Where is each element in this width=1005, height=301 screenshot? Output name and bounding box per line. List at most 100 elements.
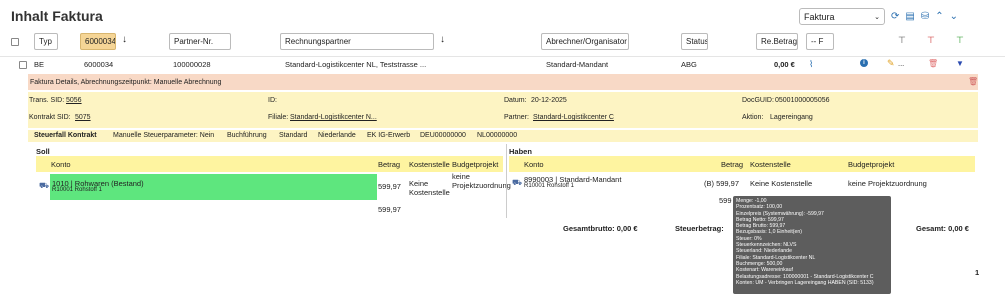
filter-select-value: -- F [811, 37, 824, 46]
tax-item: NL00000000 [477, 132, 518, 139]
haben-budget: keine Projektzuordnung [848, 179, 927, 188]
tax-item: EK IG-Erwerb [367, 132, 411, 139]
clear-filter-icon[interactable]: ⊤ [898, 35, 906, 46]
soll-betrag: 599,97 [378, 182, 401, 191]
filter-typ[interactable]: Typ [34, 33, 58, 50]
haben-table-header: Konto Betrag Kostenstelle Budgetprojekt [509, 156, 975, 172]
detail-header: Faktura Details, Abrechnungszeitpunkt: M… [28, 74, 978, 90]
haben-konto-line2: R10001 Rohstoff 1 [524, 183, 574, 189]
database-icon[interactable]: ⛁ [921, 11, 929, 22]
trans-sid-label: Trans. SID: [29, 97, 65, 104]
delete-icon[interactable]: 🗑 [928, 59, 938, 68]
haben-sum: 599 [719, 196, 732, 205]
trans-sid-link[interactable]: 5056 [66, 97, 82, 104]
haben-betrag: (B) 599,97 [704, 179, 740, 188]
partner-link[interactable]: Standard-Logistikcenter C [533, 114, 614, 121]
tax-item: Standard [279, 132, 308, 139]
gesamt-total: Gesamt: 0,00 € [916, 224, 969, 233]
row-typ: BE [34, 60, 45, 69]
soll-table-header: Konto Betrag Kostenstelle Budgetprojekt [36, 156, 503, 172]
filter-betrag[interactable]: Re.Betrag [756, 33, 798, 50]
page-number[interactable]: 1 [975, 268, 979, 277]
filter-abrechner[interactable]: Abrechner/Organisator [541, 33, 629, 50]
info-icon[interactable]: i [860, 59, 868, 67]
gesamtbrutto: Gesamtbrutto: 0,00 € [563, 224, 638, 233]
section-divider [506, 144, 507, 218]
chevron-up-icon[interactable]: ⌃ [935, 11, 943, 22]
filter-id[interactable]: 6000034 [80, 33, 116, 50]
tax-item: Manuelle Steuerparameter: Nein [113, 132, 215, 139]
row-abrechner: Standard-Mandant [546, 60, 609, 69]
datum-value: 20-12-2025 [531, 97, 567, 104]
export-icon[interactable]: ▤ [905, 11, 914, 22]
tooltip: Menge: -1,00 Prozentsatz: 100,00 Einzelp… [733, 196, 891, 294]
row-rechnungspartner: Standard-Logistikcenter NL, Teststrasse … [285, 60, 427, 69]
haben-col-kostenstelle: Kostenstelle [750, 160, 791, 169]
tax-case-row: Steuerfall Kontrakt Manuelle Steuerparam… [28, 130, 978, 142]
refresh-icon[interactable]: ⟳ [891, 11, 899, 22]
detail-info-panel: Trans. SID: 5056 ID: Datum: 20-12-2025 D… [28, 92, 978, 128]
soll-col-konto: Konto [51, 160, 71, 169]
attachment-icon[interactable]: ⌇ [809, 59, 813, 70]
soll-sum: 599,97 [378, 205, 401, 214]
kontrakt-label: Kontrakt SID: [29, 114, 71, 121]
filiale-link[interactable]: Standard-Logistikcenter N... [290, 114, 377, 121]
account-icon: ⛟ [39, 181, 50, 190]
haben-col-konto: Konto [524, 160, 544, 169]
sort-arrow-icon[interactable]: ↓ [122, 34, 127, 45]
page: Inhalt Faktura Faktura ⌄ ⟳ ▤ ⛁ ⌃ ⌄ Typ 6… [0, 0, 1005, 301]
chevron-down-icon: ⌄ [874, 13, 880, 21]
add-filter-icon[interactable]: ⊤ [956, 35, 964, 46]
page-title: Inhalt Faktura [11, 8, 103, 24]
delete-filter-icon[interactable]: ⊤ [927, 35, 935, 46]
top-toolbar: Faktura ⌄ ⟳ ▤ ⛁ ⌃ ⌄ [799, 8, 958, 25]
soll-budget: keine Projektzuordnung [452, 172, 511, 190]
aktion-value: Lagereingang [770, 114, 813, 121]
soll-col-kostenstelle: Kostenstelle [409, 160, 450, 169]
close-detail-icon[interactable]: 🗑 [968, 77, 978, 86]
chevron-down-icon[interactable]: ⌄ [950, 11, 958, 22]
table-row[interactable]: BE 6000034 100000028 Standard-Logistikce… [0, 56, 1005, 72]
aktion-label: Aktion: [742, 114, 764, 121]
docguid-value: 05001000005056 [775, 97, 830, 104]
detail-header-text: Faktura Details, Abrechnungszeitpunkt: M… [30, 78, 222, 86]
document-type-select[interactable]: Faktura ⌄ [799, 8, 885, 25]
soll-konto-cell[interactable]: 1010 | Rohwaren (Bestand) R10001 Rohstof… [50, 174, 377, 200]
more-ellipsis[interactable]: ... [898, 59, 904, 68]
partner-label: Partner: [504, 114, 529, 121]
haben-kostenstelle: Keine Kostenstelle [750, 179, 813, 188]
filter-status[interactable]: Status [681, 33, 708, 50]
docguid-label: DocGUID: [742, 97, 774, 104]
soll-konto-line2: R10001 Rohstoff 1 [52, 187, 102, 193]
filter-rechnungspartner[interactable]: Rechnungspartner [280, 33, 434, 50]
select-all-checkbox[interactable] [11, 38, 19, 46]
id-label: ID: [268, 97, 277, 104]
filter-select[interactable]: -- F [806, 33, 834, 50]
haben-col-budget: Budgetprojekt [848, 160, 895, 169]
expand-icon[interactable]: ▼ [956, 59, 964, 68]
datum-label: Datum: [504, 97, 527, 104]
tooltip-line: Konten: UM - Verbringen Lagereingang HAB… [736, 279, 874, 286]
soll-col-budget: Budgetprojekt [452, 160, 499, 169]
account-icon: ⛟ [512, 178, 523, 187]
filter-partner-nr[interactable]: Partner-Nr. [169, 33, 231, 50]
row-status: ABG [681, 60, 697, 69]
row-betrag: 0,00 € [774, 60, 795, 69]
soll-title: Soll [36, 147, 50, 156]
tax-item: Buchführung [227, 132, 267, 139]
haben-col-betrag: Betrag [721, 160, 744, 169]
filter-header-row: Typ 6000034 ↓ Partner-Nr. Rechnungspartn… [0, 32, 1005, 54]
tooltip-line: Belastungsadresse: 100000001 - Standard-… [736, 273, 874, 280]
filiale-label: Filiale: [268, 114, 289, 121]
row-partner-nr: 100000028 [173, 60, 211, 69]
steuerbetrag-label: Steuerbetrag: [675, 224, 724, 233]
row-checkbox[interactable] [19, 61, 27, 69]
soll-col-betrag: Betrag [378, 160, 401, 169]
tax-item: DEU00000000 [420, 132, 466, 139]
kontrakt-link[interactable]: 5075 [75, 114, 91, 121]
soll-kostenstelle: Keine Kostenstelle [409, 179, 450, 197]
edit-icon[interactable]: ✎ [887, 58, 895, 69]
document-type-value: Faktura [804, 11, 835, 22]
sort-arrow-icon[interactable]: ↓ [440, 34, 445, 45]
haben-title: Haben [509, 147, 532, 156]
